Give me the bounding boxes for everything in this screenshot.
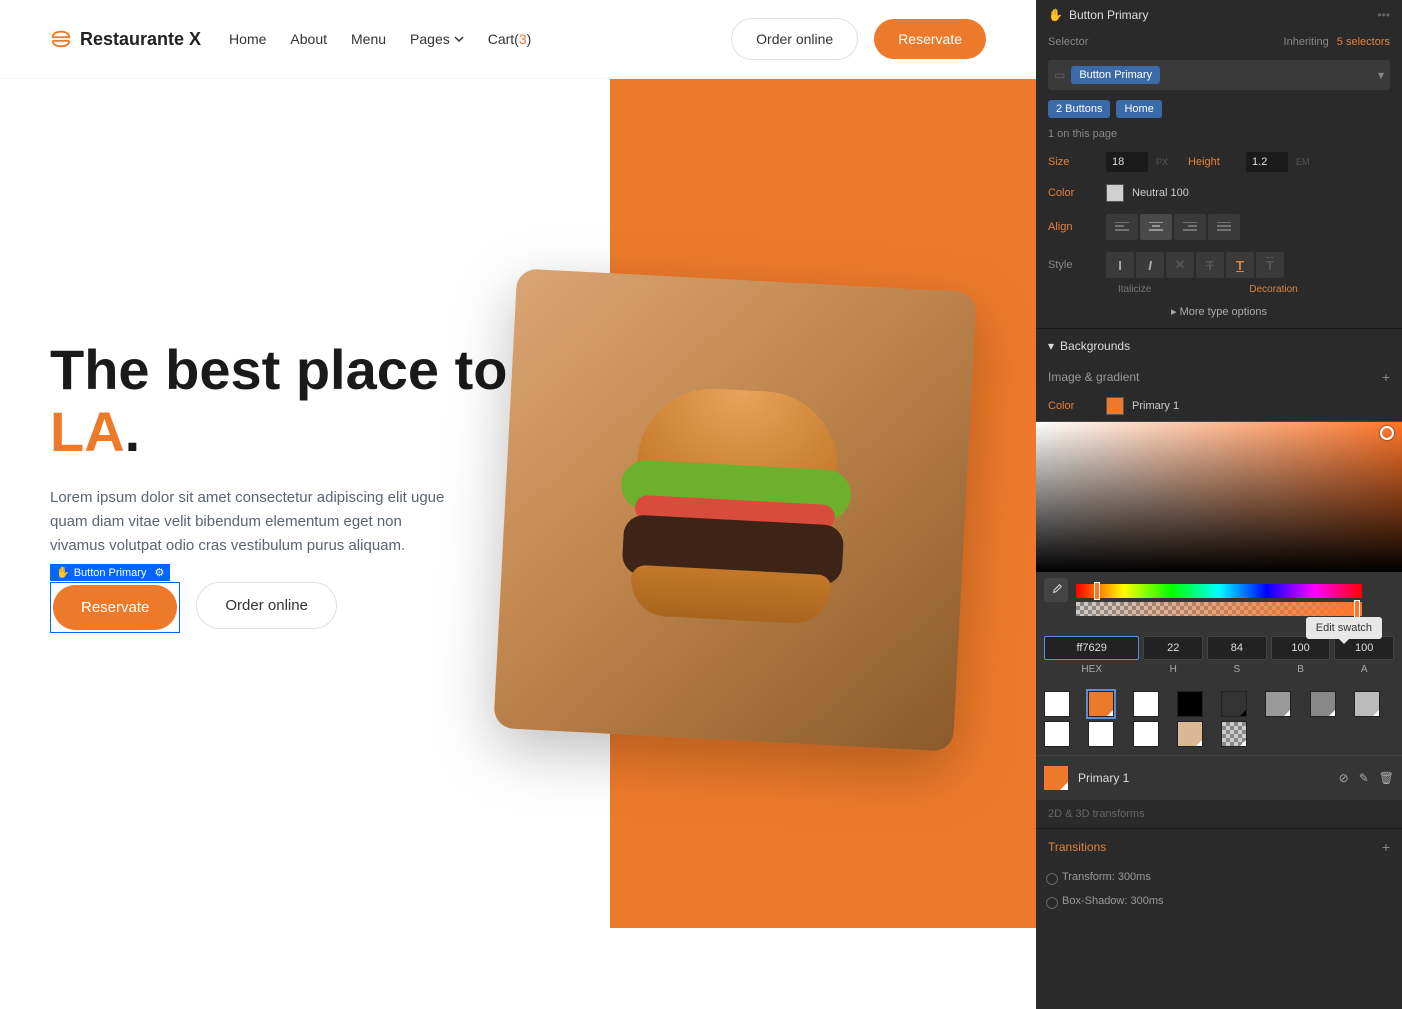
hex-input[interactable] [1044,636,1139,660]
height-label: Height [1188,156,1238,168]
style-panel: ✋ Button Primary ••• Selector Inheriting… [1036,0,1402,1009]
current-swatch[interactable] [1044,766,1068,790]
unlink-icon[interactable]: ⊘ [1339,771,1349,785]
eyedropper-button[interactable] [1044,578,1068,602]
brand-name: Restaurante X [80,29,201,50]
nav-pages[interactable]: Pages [410,31,464,47]
hero-reservate-button[interactable]: Reservate [53,585,177,630]
class-tag-primary[interactable]: Button Primary [1071,66,1160,84]
align-center-button[interactable] [1140,214,1172,240]
swatch[interactable] [1354,691,1380,717]
image-gradient-label: Image & gradient [1048,370,1139,384]
selection-badge[interactable]: ✋ Button Primary ⚙ [50,564,170,581]
alpha-cursor[interactable] [1354,600,1360,618]
add-gradient-button[interactable]: + [1382,369,1390,385]
transitions-section[interactable]: Transitions+ [1036,828,1402,865]
transforms-section[interactable]: 2D & 3D transforms [1036,800,1402,828]
swatch[interactable] [1265,691,1291,717]
grab-icon: ✋ [56,566,70,579]
s-input[interactable] [1207,636,1267,660]
color-label: Color [1048,187,1098,199]
swatch[interactable] [1088,721,1114,747]
size-input[interactable] [1106,152,1148,172]
text-color-swatch[interactable] [1106,184,1124,202]
swatch[interactable] [1177,721,1203,747]
swatch[interactable] [1044,721,1070,747]
gear-icon[interactable]: ⚙ [154,566,164,579]
more-type-options[interactable]: ▸ More type options [1036,295,1402,328]
order-online-button[interactable]: Order online [731,18,858,60]
panel-header: ✋ Button Primary ••• [1036,0,1402,30]
edit-swatch-tooltip: Edit swatch [1306,617,1382,639]
swatch-grid [1036,683,1402,755]
color-picker: HEX H S B A Primary 1 ⊘ ✎ [1036,421,1402,800]
hue-slider[interactable] [1076,584,1362,598]
transition-transform[interactable]: Transform: 300ms [1036,865,1402,889]
brand-logo[interactable]: Restaurante X [50,28,201,50]
transition-shadow[interactable]: Box-Shadow: 300ms [1036,889,1402,913]
swatch[interactable] [1177,691,1203,717]
selector-input[interactable]: ▭ Button Primary ▾ [1048,60,1390,90]
nav-menu[interactable]: Menu [351,31,386,47]
hero-food-image [493,268,976,751]
nav-home[interactable]: Home [229,31,266,47]
selected-element-wrapper: ✋ Button Primary ⚙ Reservate [50,582,180,633]
swatch[interactable] [1310,691,1336,717]
inherit-count[interactable]: 5 selectors [1337,36,1390,48]
add-transition-button[interactable]: + [1382,839,1390,855]
align-right-button[interactable] [1174,214,1206,240]
swatch[interactable] [1088,691,1114,717]
overline-button[interactable]: T [1256,252,1284,278]
height-input[interactable] [1246,152,1288,172]
class-tag-buttons[interactable]: 2 Buttons [1048,100,1110,118]
saturation-brightness-area[interactable] [1036,422,1402,572]
sb-cursor[interactable] [1380,426,1394,440]
align-label: Align [1048,221,1098,233]
reservate-button[interactable]: Reservate [874,19,986,59]
swatch-transparent[interactable] [1221,721,1247,747]
hue-cursor[interactable] [1094,582,1100,600]
b-input[interactable] [1271,636,1331,660]
chevron-down-icon[interactable]: ▾ [1378,68,1384,82]
grab-icon: ✋ [1048,8,1063,22]
swatch[interactable] [1133,721,1159,747]
swatch[interactable] [1044,691,1070,717]
viewport-icon: ▭ [1054,68,1065,82]
nav-cart[interactable]: Cart(3) [488,31,532,47]
swatch[interactable] [1221,691,1247,717]
selector-label: Selector [1048,36,1098,48]
trash-icon[interactable]: 🗑 [1379,771,1394,785]
backgrounds-section[interactable]: ▾ Backgrounds [1036,328,1402,363]
nav-about[interactable]: About [290,31,327,47]
bg-color-swatch[interactable] [1106,397,1124,415]
swatch[interactable] [1133,691,1159,717]
h-input[interactable] [1143,636,1203,660]
burger-icon [50,28,72,50]
strike-button[interactable]: ✕ [1166,252,1194,278]
more-icon[interactable]: ••• [1377,8,1390,22]
hero-order-button[interactable]: Order online [196,582,337,629]
on-page-count: 1 on this page [1036,122,1402,146]
style-label: Style [1048,259,1098,271]
edit-icon[interactable]: ✎ [1359,771,1369,785]
bg-color-label: Color [1048,400,1098,412]
strikethrough-button[interactable]: T [1196,252,1224,278]
regular-button[interactable]: I [1106,252,1134,278]
top-nav: Restaurante X Home About Menu Pages Cart… [0,0,1036,79]
align-left-button[interactable] [1106,214,1138,240]
class-tag-home[interactable]: Home [1116,100,1161,118]
current-swatch-name: Primary 1 [1078,771,1129,785]
size-label: Size [1048,156,1098,168]
alpha-slider[interactable] [1076,602,1362,616]
underline-button[interactable]: T [1226,252,1254,278]
italic-button[interactable]: I [1136,252,1164,278]
hero-body: Lorem ipsum dolor sit amet consectetur a… [50,486,450,558]
align-justify-button[interactable] [1208,214,1240,240]
chevron-down-icon [454,34,464,44]
cart-count: 3 [519,31,527,47]
